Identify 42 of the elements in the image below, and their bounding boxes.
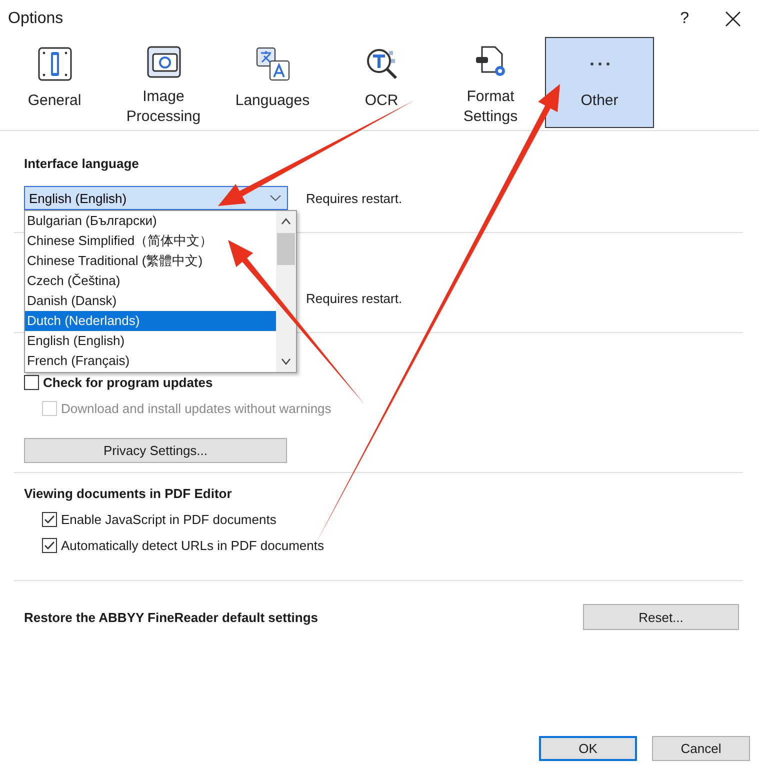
checkbox-label: Check for program updates xyxy=(43,375,213,390)
help-button[interactable]: ? xyxy=(680,10,689,28)
tab[interactable]: General xyxy=(0,37,109,128)
dropdown-option[interactable]: Danish (Dansk) xyxy=(25,291,276,311)
chevron-down-icon xyxy=(270,195,281,201)
restart-note: Requires restart. xyxy=(306,291,402,306)
restart-note: Requires restart. xyxy=(306,190,402,206)
translate-icon xyxy=(256,47,290,81)
dropdown-option[interactable]: Bulgarian (Български) xyxy=(25,211,276,231)
restore-label: Restore the ABBYY FineReader default settings xyxy=(24,610,318,624)
reset-button[interactable]: Reset... xyxy=(583,604,739,630)
privacy-settings-button[interactable]: Privacy Settings... xyxy=(24,438,287,463)
checkbox-label: Automatically detect URLs in PDF documents xyxy=(61,538,324,553)
checkbox[interactable] xyxy=(42,512,57,527)
tab[interactable]: Image Processing xyxy=(109,37,218,128)
more-icon xyxy=(588,61,612,67)
checkbox[interactable] xyxy=(42,538,57,553)
checkbox[interactable] xyxy=(24,375,39,390)
document-gear-icon xyxy=(474,45,508,79)
section-title: Interface language xyxy=(24,156,140,171)
magnifier-icon xyxy=(364,47,398,81)
dropdown-option[interactable]: Chinese Traditional (繁體中文) xyxy=(25,251,276,271)
dropdown-option[interactable]: French (Français) xyxy=(25,351,276,371)
scroll-thumb[interactable] xyxy=(277,233,295,265)
checkbox-label: Download and install updates without warnings xyxy=(61,401,332,416)
tab[interactable]: OCR xyxy=(327,37,436,128)
tab[interactable]: Languages xyxy=(218,37,327,128)
panel-icon xyxy=(38,47,72,81)
checkbox-label: Enable JavaScript in PDF documents xyxy=(61,512,276,527)
section-title: Viewing documents in PDF Editor xyxy=(24,486,233,501)
close-icon[interactable] xyxy=(725,10,741,26)
camera-icon xyxy=(146,45,180,79)
dropdown-option[interactable]: Czech (Čeština) xyxy=(25,271,276,291)
dialog-button[interactable]: Cancel xyxy=(652,736,750,761)
language-dropdown[interactable]: English (English) xyxy=(24,186,288,210)
dropdown-option[interactable]: Chinese Simplified（简体中文） xyxy=(25,231,276,251)
tab[interactable]: Other xyxy=(545,37,654,128)
dialog-button[interactable]: OK xyxy=(539,736,637,761)
scrollbar[interactable] xyxy=(276,211,296,372)
dropdown-option[interactable]: Dutch (Nederlands) xyxy=(25,311,276,331)
window-title: Options xyxy=(8,10,64,28)
dropdown-option[interactable]: English (English) xyxy=(25,331,276,351)
